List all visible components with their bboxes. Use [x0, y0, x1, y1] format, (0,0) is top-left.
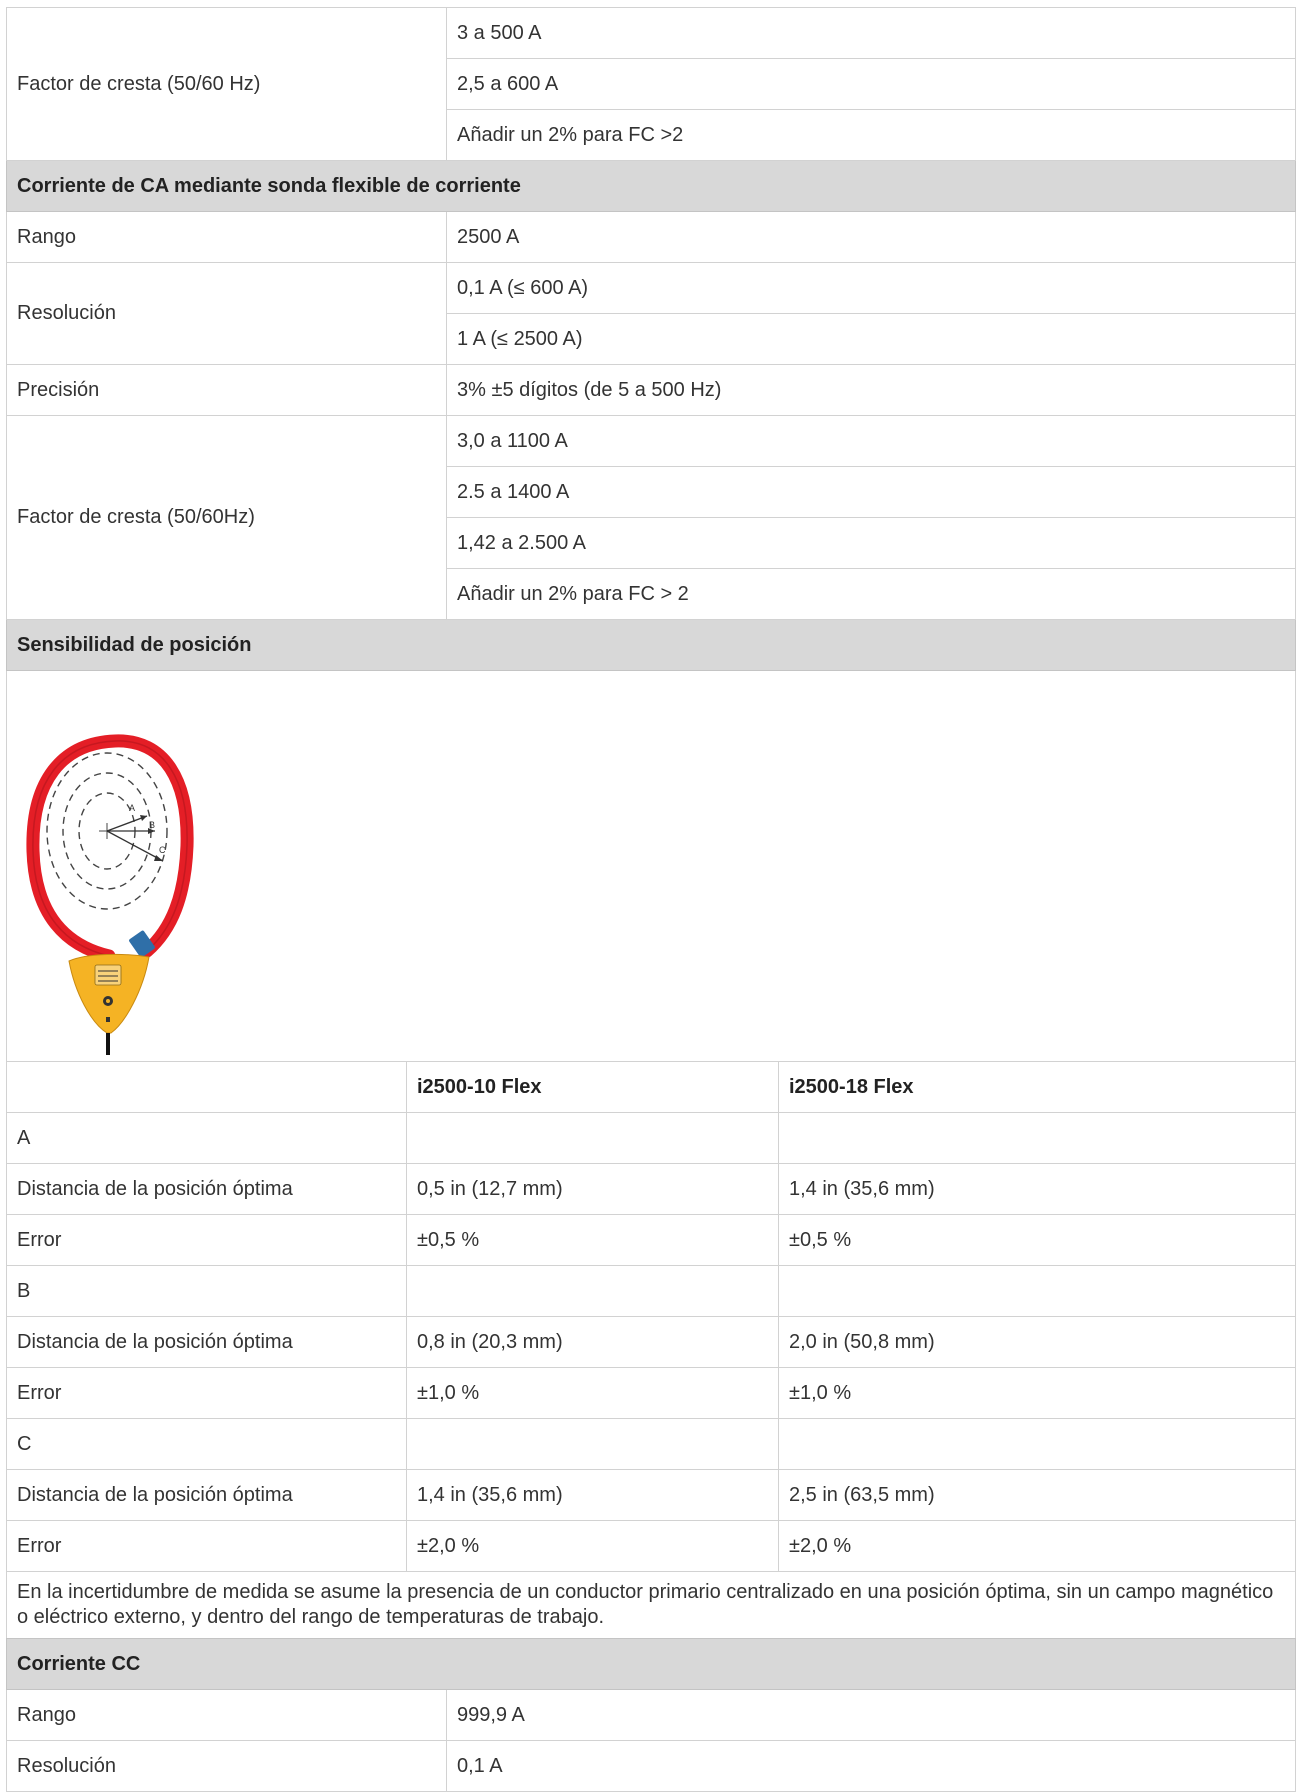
- table-cell: Error: [6, 1520, 407, 1572]
- table-cell: Distancia de la posición óptima: [6, 1163, 407, 1215]
- position-sensitivity-table: i2500-10 Flex i2500-18 Flex A Distancia …: [6, 1061, 1296, 1639]
- table-cell: Error: [6, 1367, 407, 1419]
- table-cell: ±2,0 %: [778, 1520, 1296, 1572]
- table-cell: [406, 1418, 779, 1470]
- section-header: Corriente de CA mediante sonda flexible …: [6, 160, 1296, 212]
- precision-label: Precisión: [6, 364, 447, 416]
- crest-factor-value: 3 a 500 A: [446, 7, 1296, 59]
- table-row: C: [6, 1418, 1296, 1470]
- table-row: Error ±0,5 % ±0,5 %: [6, 1214, 1296, 1266]
- spec-page: Factor de cresta (50/60 Hz) 3 a 500 A 2,…: [6, 7, 1296, 1792]
- table-row: Error ±2,0 % ±2,0 %: [6, 1520, 1296, 1572]
- table-cell: ±0,5 %: [778, 1214, 1296, 1266]
- crest-factor-value: 2.5 a 1400 A: [446, 466, 1296, 518]
- range-label: Rango: [6, 1689, 447, 1741]
- table-row: Rango 999,9 A: [6, 1689, 1296, 1741]
- section-header: Corriente CC: [6, 1638, 1296, 1690]
- resolution-value: 0,1 A (≤ 600 A): [446, 262, 1296, 314]
- crest-factor-value: 3,0 a 1100 A: [446, 415, 1296, 467]
- resolution-label: Resolución: [6, 262, 447, 365]
- table-row: i2500-10 Flex i2500-18 Flex: [6, 1061, 1296, 1113]
- table-cell: [406, 1265, 779, 1317]
- table-cell: ±0,5 %: [406, 1214, 779, 1266]
- range-label: Rango: [6, 211, 447, 263]
- table-row: A: [6, 1112, 1296, 1164]
- probe-figure-cell: A B C: [6, 670, 1296, 1062]
- figure-label-c: C: [159, 845, 166, 855]
- section-header: Sensibilidad de posición: [6, 619, 1296, 671]
- table-row: Error ±1,0 % ±1,0 %: [6, 1367, 1296, 1419]
- column-header: [6, 1061, 407, 1113]
- resolution-value: 1 A (≤ 2500 A): [446, 313, 1296, 365]
- precision-value: 3% ±5 dígitos (de 5 a 500 Hz): [446, 364, 1296, 416]
- table-cell: [778, 1418, 1296, 1470]
- table-row: Distancia de la posición óptima 0,8 in (…: [6, 1316, 1296, 1368]
- figure-label-b: B: [149, 820, 155, 830]
- crest-factor-table: Factor de cresta (50/60 Hz) 3 a 500 A 2,…: [6, 7, 1296, 1062]
- crest-factor-label: Factor de cresta (50/60Hz): [6, 415, 447, 620]
- crest-factor-value: Añadir un 2% para FC > 2: [446, 568, 1296, 620]
- table-cell: C: [6, 1418, 407, 1470]
- table-cell: 1,4 in (35,6 mm): [778, 1163, 1296, 1215]
- table-cell: 0,5 in (12,7 mm): [406, 1163, 779, 1215]
- table-cell: [778, 1265, 1296, 1317]
- table-row: B: [6, 1265, 1296, 1317]
- crest-factor-value: Añadir un 2% para FC >2: [446, 109, 1296, 161]
- figure-row: A B C: [6, 670, 1296, 1062]
- section-title-ac-flex: Corriente de CA mediante sonda flexible …: [6, 160, 1296, 212]
- table-row: En la incertidumbre de medida se asume l…: [6, 1571, 1296, 1639]
- table-cell: [406, 1112, 779, 1164]
- resolution-value: 0,1 A: [446, 1740, 1296, 1792]
- table-row: Precisión 3% ±5 dígitos (de 5 a 500 Hz): [6, 364, 1296, 416]
- table-cell: 2,5 in (63,5 mm): [778, 1469, 1296, 1521]
- table-row: Factor de cresta (50/60Hz) 3,0 a 1100 A: [6, 415, 1296, 620]
- table-row: Resolución 0,1 A: [6, 1740, 1296, 1792]
- figure-label-a: A: [129, 803, 135, 813]
- table-cell: 2,0 in (50,8 mm): [778, 1316, 1296, 1368]
- section-title-dc: Corriente CC: [6, 1638, 1296, 1690]
- flex-probe-illustration: A B C: [26, 734, 194, 1055]
- range-value: 999,9 A: [446, 1689, 1296, 1741]
- table-cell: ±1,0 %: [406, 1367, 779, 1419]
- table-row: Distancia de la posición óptima 1,4 in (…: [6, 1469, 1296, 1521]
- range-value: 2500 A: [446, 211, 1296, 263]
- table-cell: ±2,0 %: [406, 1520, 779, 1572]
- column-header: i2500-10 Flex: [406, 1061, 779, 1113]
- section-title-position: Sensibilidad de posición: [6, 619, 1296, 671]
- table-cell: Error: [6, 1214, 407, 1266]
- table-cell: 0,8 in (20,3 mm): [406, 1316, 779, 1368]
- table-row: Rango 2500 A: [6, 211, 1296, 263]
- table-cell: Distancia de la posición óptima: [6, 1469, 407, 1521]
- table-cell: A: [6, 1112, 407, 1164]
- table-cell: B: [6, 1265, 407, 1317]
- crest-factor-value: 1,42 a 2.500 A: [446, 517, 1296, 569]
- table-cell: ±1,0 %: [778, 1367, 1296, 1419]
- resolution-label: Resolución: [6, 1740, 447, 1792]
- table-cell: [778, 1112, 1296, 1164]
- table-row: Resolución 0,1 A (≤ 600 A): [6, 262, 1296, 365]
- column-header: i2500-18 Flex: [778, 1061, 1296, 1113]
- crest-factor-value: 2,5 a 600 A: [446, 58, 1296, 110]
- crest-factor-label: Factor de cresta (50/60 Hz): [6, 7, 447, 161]
- table-cell: 1,4 in (35,6 mm): [406, 1469, 779, 1521]
- table-row: Distancia de la posición óptima 0,5 in (…: [6, 1163, 1296, 1215]
- table-row: Factor de cresta (50/60 Hz) 3 a 500 A: [6, 7, 1296, 161]
- table-cell: Distancia de la posición óptima: [6, 1316, 407, 1368]
- measurement-note: En la incertidumbre de medida se asume l…: [6, 1571, 1296, 1639]
- dc-current-table: Corriente CC Rango 999,9 A Resolución 0,…: [6, 1638, 1296, 1792]
